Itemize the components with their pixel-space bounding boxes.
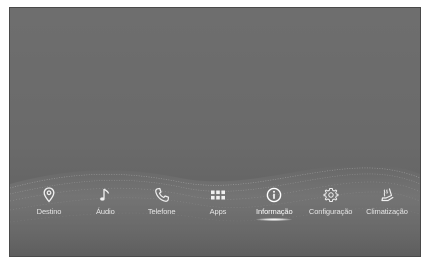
menu-item-audio[interactable]: Áudio [78,186,132,226]
menu-item-informacao[interactable]: Informação [247,186,301,226]
menu-item-climatizacao[interactable]: Climatização [360,186,414,226]
menu-item-telefone[interactable]: Telefone [135,186,189,226]
menu-item-configuracao[interactable]: Configuração [304,186,358,226]
seat-climate-icon [379,186,395,203]
gear-icon [323,186,339,203]
phone-icon [154,186,170,203]
map-pin-icon [43,186,55,203]
menu-item-label: Configuração [308,207,353,216]
menu-item-label: Apps [209,207,227,216]
infotainment-screen: Destino Áudio Telefone Apps Informação C… [9,7,421,257]
menu-item-destino[interactable]: Destino [22,186,76,226]
active-indicator [256,218,293,221]
menu-item-label: Climatização [366,207,408,216]
menu-item-label: Destino [36,207,62,216]
menu-item-apps[interactable]: Apps [191,186,245,226]
menu-item-label: Telefone [147,207,176,216]
main-menu-dock: Destino Áudio Telefone Apps Informação C… [10,186,420,226]
apps-grid-icon [210,186,226,203]
menu-item-label: Informação [256,207,293,216]
info-icon [266,186,282,203]
music-note-icon [99,186,111,203]
menu-item-label: Áudio [95,207,115,216]
